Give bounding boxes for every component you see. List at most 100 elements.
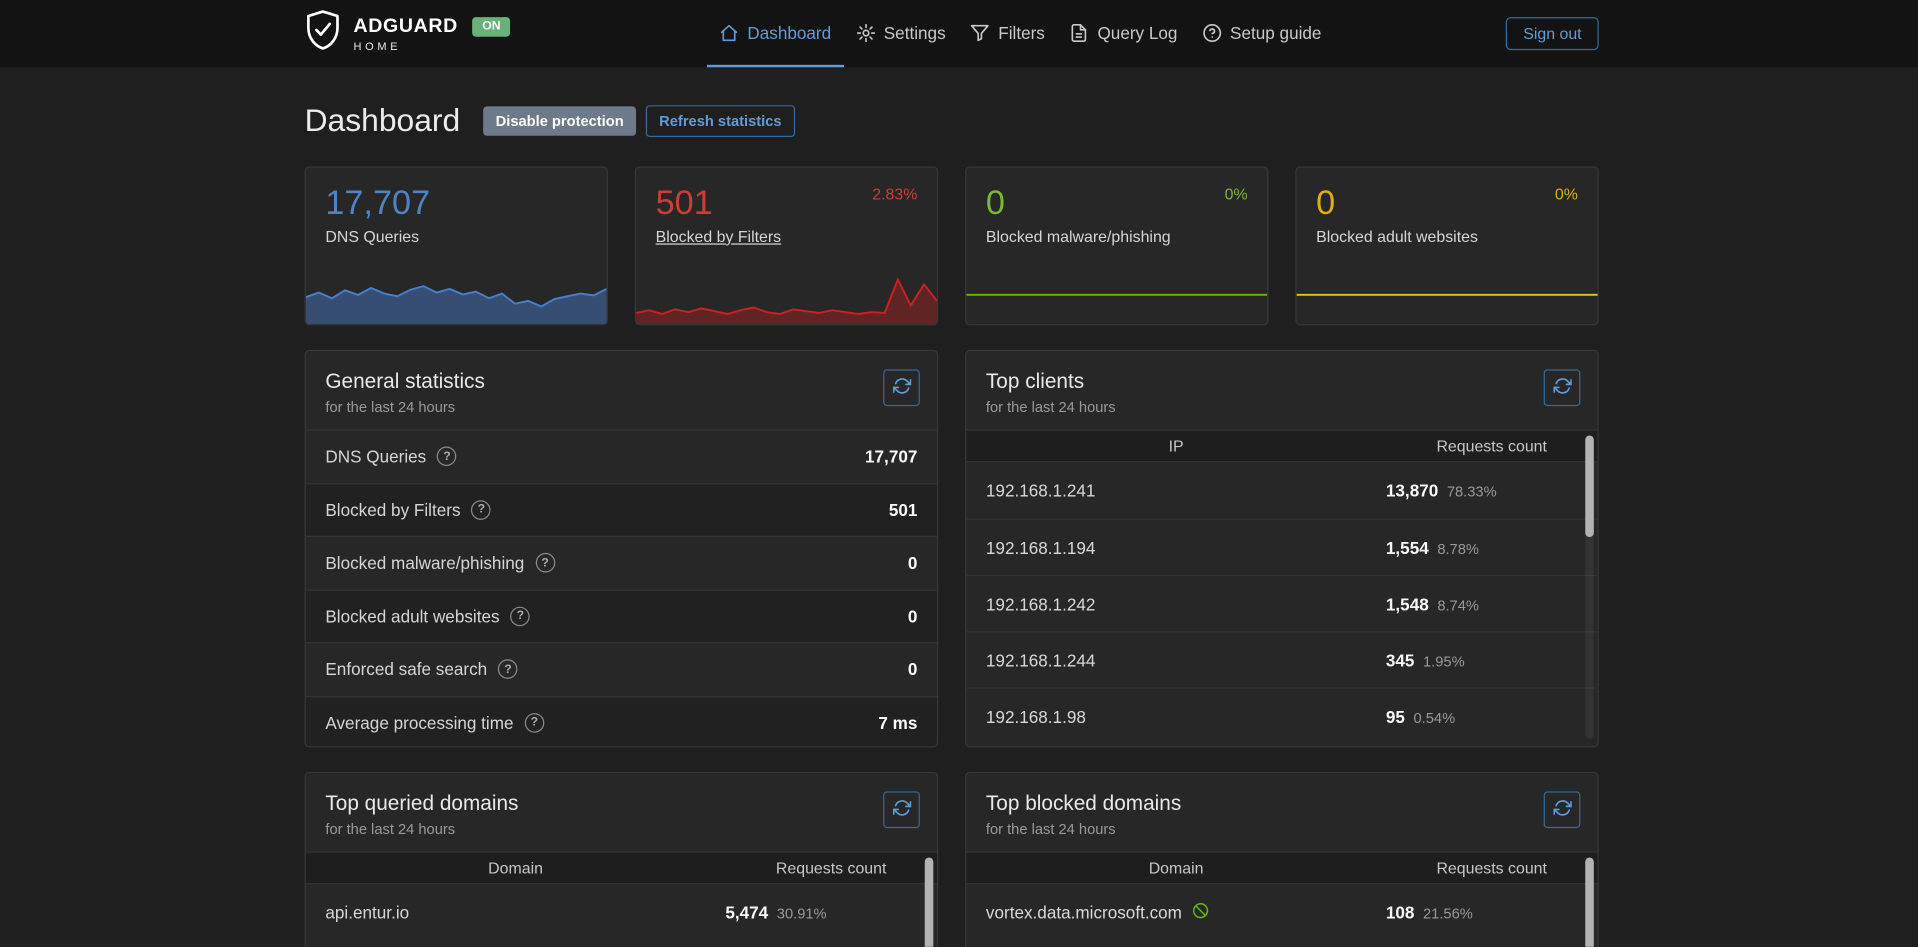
disable-protection-button[interactable]: Disable protection xyxy=(483,106,636,135)
requests-count: 13,870 xyxy=(1386,481,1438,501)
requests-percent: 1.95% xyxy=(1423,653,1465,670)
panel-title: General statistics xyxy=(325,369,917,393)
requests-percent: 8.78% xyxy=(1437,540,1479,557)
requests-count: 345 xyxy=(1386,650,1415,670)
top-navbar: ADGUARD ON HOME Dashboard xyxy=(0,0,1918,67)
page: ADGUARD ON HOME Dashboard xyxy=(0,0,1918,947)
panel-subtitle: for the last 24 hours xyxy=(986,821,1578,838)
refresh-icon xyxy=(892,377,910,399)
stat-card-dns-queries: 17,707 DNS Queries xyxy=(305,166,608,325)
requests-count: 1,548 xyxy=(1386,594,1429,614)
column-requests-count: Requests count xyxy=(1386,859,1598,877)
protection-status-badge: ON xyxy=(472,17,510,37)
stat-cards: 17,707 DNS Queries 501 Blocked by Filter… xyxy=(305,166,1599,325)
row-label: Blocked adult websites xyxy=(325,606,499,626)
column-domain: Domain xyxy=(306,859,726,877)
column-requests-count: Requests count xyxy=(725,859,937,877)
panel-top-queried-domains: Top queried domains for the last 24 hour… xyxy=(305,772,939,947)
refresh-icon xyxy=(1553,377,1571,399)
question-icon[interactable]: ? xyxy=(498,660,518,680)
panel-subtitle: for the last 24 hours xyxy=(325,399,917,416)
panel-title: Top blocked domains xyxy=(986,791,1578,815)
stat-row: Average processing time? 7 ms xyxy=(306,695,937,747)
scrollbar-thumb[interactable] xyxy=(1585,857,1594,946)
row-value: 0 xyxy=(908,606,918,626)
client-ip: 192.168.1.194 xyxy=(966,538,1386,558)
column-ip: IP xyxy=(966,437,1386,455)
refresh-icon xyxy=(1553,799,1571,821)
stat-percent: 0% xyxy=(1555,185,1578,203)
stat-row: Blocked malware/phishing? 0 xyxy=(306,536,937,589)
stat-card-blocked-malware: 0 Blocked malware/phishing 0% xyxy=(965,166,1268,325)
client-row: 192.168.1.241 13,87078.33% xyxy=(966,462,1597,518)
question-icon[interactable]: ? xyxy=(472,500,492,520)
requests-percent: 30.91% xyxy=(777,905,827,922)
page-title-bar: Dashboard Disable protection Refresh sta… xyxy=(305,67,1599,139)
refresh-top-queried-button[interactable] xyxy=(883,791,920,828)
refresh-top-clients-button[interactable] xyxy=(1544,369,1581,406)
client-row: 192.168.1.98 950.54% xyxy=(966,687,1597,743)
nav-item-settings[interactable]: Settings xyxy=(843,0,957,67)
main-nav: Dashboard Settings xyxy=(707,0,1334,67)
brand-name: ADGUARD xyxy=(354,15,458,37)
table-header: Domain Requests count xyxy=(966,851,1597,884)
slashed-circle-icon xyxy=(1192,901,1210,923)
client-row: 192.168.1.194 1,554 8.78% xyxy=(966,519,1597,575)
client-ip: 192.168.1.242 xyxy=(966,594,1386,614)
requests-count: 95 xyxy=(1386,706,1405,726)
nav-label: Dashboard xyxy=(747,23,831,43)
nav-item-setup-guide[interactable]: Setup guide xyxy=(1190,0,1334,67)
refresh-general-statistics-button[interactable] xyxy=(883,369,920,406)
nav-item-query-log[interactable]: Query Log xyxy=(1057,0,1190,67)
shield-logo-icon xyxy=(305,10,342,58)
home-icon xyxy=(719,23,739,43)
stat-row: Blocked adult websites? 0 xyxy=(306,589,937,642)
nav-label: Query Log xyxy=(1097,23,1177,43)
document-icon xyxy=(1069,23,1089,43)
question-icon[interactable]: ? xyxy=(525,713,545,733)
requests-count: 5,474 xyxy=(725,903,768,923)
row-label: Blocked by Filters xyxy=(325,500,460,520)
requests-count: 108 xyxy=(1386,903,1415,923)
row-label: Blocked malware/phishing xyxy=(325,553,524,573)
row-value: 7 ms xyxy=(878,713,917,733)
stat-card-blocked-adult: 0 Blocked adult websites 0% xyxy=(1295,166,1598,325)
row-value: 17,707 xyxy=(865,447,917,467)
stat-value: 0 xyxy=(1297,168,1598,223)
requests-count: 1,554 xyxy=(1386,538,1429,558)
stat-value: 17,707 xyxy=(306,168,607,223)
panel-top-blocked-domains: Top blocked domains for the last 24 hour… xyxy=(965,772,1599,947)
nav-label: Settings xyxy=(884,23,946,43)
column-requests-count: Requests count xyxy=(1386,437,1598,455)
blocked-adult-sparkline xyxy=(1297,270,1598,324)
sign-out-button[interactable]: Sign out xyxy=(1506,17,1599,50)
blocked-malware-sparkline xyxy=(966,270,1267,324)
refresh-top-blocked-button[interactable] xyxy=(1544,791,1581,828)
help-circle-icon xyxy=(1202,23,1222,43)
domain-name: api.entur.io xyxy=(306,903,726,923)
stat-label: Blocked malware/phishing xyxy=(966,222,1267,245)
page-title: Dashboard xyxy=(305,102,461,140)
requests-percent: 8.74% xyxy=(1437,596,1479,613)
client-ip: 192.168.1.98 xyxy=(966,706,1386,726)
question-icon[interactable]: ? xyxy=(511,606,531,626)
top-queried-domains-table: api.entur.io 5,474 30.91% xyxy=(306,884,937,940)
scrollbar-thumb[interactable] xyxy=(1585,435,1594,537)
top-clients-table: 192.168.1.241 13,87078.33% 192.168.1.194… xyxy=(966,462,1597,743)
table-header: IP Requests count xyxy=(966,429,1597,462)
stat-percent: 0% xyxy=(1225,185,1248,203)
blocked-by-filters-link[interactable]: Blocked by Filters xyxy=(656,227,781,245)
domain-row: api.entur.io 5,474 30.91% xyxy=(306,884,937,940)
filter-icon xyxy=(970,23,990,43)
nav-item-dashboard[interactable]: Dashboard xyxy=(707,0,843,67)
question-icon[interactable]: ? xyxy=(535,553,555,573)
row-value: 501 xyxy=(889,500,918,520)
nav-item-filters[interactable]: Filters xyxy=(958,0,1057,67)
panel-subtitle: for the last 24 hours xyxy=(325,821,917,838)
scrollbar-thumb[interactable] xyxy=(925,857,934,946)
requests-percent: 78.33% xyxy=(1447,483,1497,500)
top-blocked-domains-table: vortex.data.microsoft.com 10821.56% xyxy=(966,884,1597,940)
question-icon[interactable]: ? xyxy=(437,447,457,467)
nav-label: Filters xyxy=(998,23,1045,43)
refresh-statistics-button[interactable]: Refresh statistics xyxy=(646,105,795,137)
